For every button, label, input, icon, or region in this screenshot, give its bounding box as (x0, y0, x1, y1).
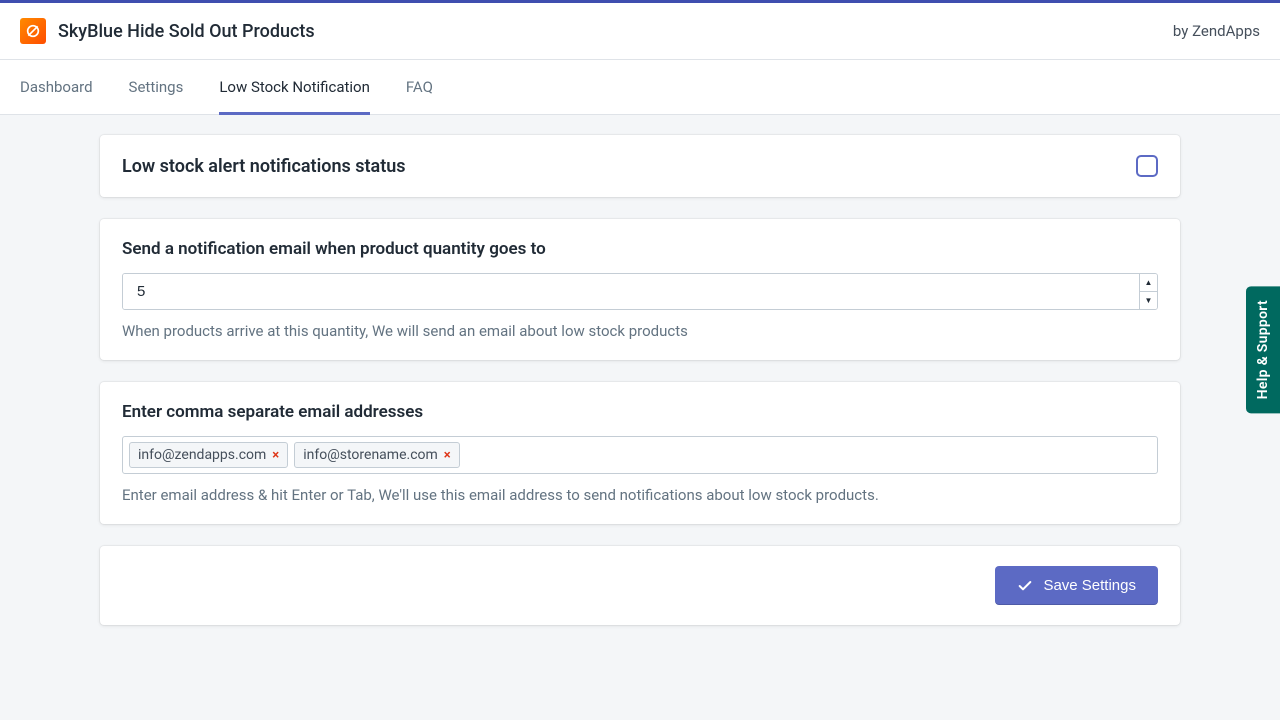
save-card: Save Settings (100, 546, 1180, 625)
help-support-tab[interactable]: Help & Support (1246, 286, 1280, 413)
threshold-hint: When products arrive at this quantity, W… (122, 322, 1158, 340)
email-tag-label: info@zendapps.com (138, 447, 266, 463)
save-button-label: Save Settings (1043, 577, 1136, 594)
threshold-input[interactable] (123, 274, 1139, 309)
status-title: Low stock alert notifications status (122, 156, 406, 177)
email-tag: info@zendapps.com × (129, 442, 288, 468)
remove-tag-icon[interactable]: × (444, 448, 451, 463)
app-logo-icon (20, 18, 46, 44)
emails-card: Enter comma separate email addresses inf… (100, 382, 1180, 524)
threshold-card: Send a notification email when product q… (100, 219, 1180, 360)
app-title: SkyBlue Hide Sold Out Products (58, 21, 1173, 42)
emails-title: Enter comma separate email addresses (122, 402, 1158, 422)
app-header: SkyBlue Hide Sold Out Products by ZendAp… (0, 3, 1280, 60)
app-author: by ZendApps (1173, 22, 1260, 40)
email-tag-label: info@storename.com (303, 447, 438, 463)
spinner-controls: ▲ ▼ (1139, 274, 1157, 309)
status-toggle[interactable] (1136, 155, 1158, 177)
email-tag: info@storename.com × (294, 442, 460, 468)
save-settings-button[interactable]: Save Settings (995, 566, 1158, 605)
threshold-title: Send a notification email when product q… (122, 239, 1158, 259)
status-card: Low stock alert notifications status (100, 135, 1180, 197)
emails-tag-input[interactable]: info@zendapps.com × info@storename.com × (122, 436, 1158, 474)
emails-hint: Enter email address & hit Enter or Tab, … (122, 486, 1158, 504)
tab-low-stock-notification[interactable]: Low Stock Notification (219, 60, 370, 114)
nav-tabs: Dashboard Settings Low Stock Notificatio… (0, 60, 1280, 115)
check-icon (1017, 578, 1033, 594)
tab-dashboard[interactable]: Dashboard (20, 60, 93, 114)
emails-text-input[interactable] (466, 443, 1151, 467)
tab-settings[interactable]: Settings (129, 60, 184, 114)
spinner-down-button[interactable]: ▼ (1140, 292, 1157, 309)
tab-faq[interactable]: FAQ (406, 60, 433, 114)
spinner-up-button[interactable]: ▲ (1140, 274, 1157, 292)
page-content: Low stock alert notifications status Sen… (0, 115, 1280, 667)
remove-tag-icon[interactable]: × (272, 448, 279, 463)
threshold-spinner: ▲ ▼ (122, 273, 1158, 310)
